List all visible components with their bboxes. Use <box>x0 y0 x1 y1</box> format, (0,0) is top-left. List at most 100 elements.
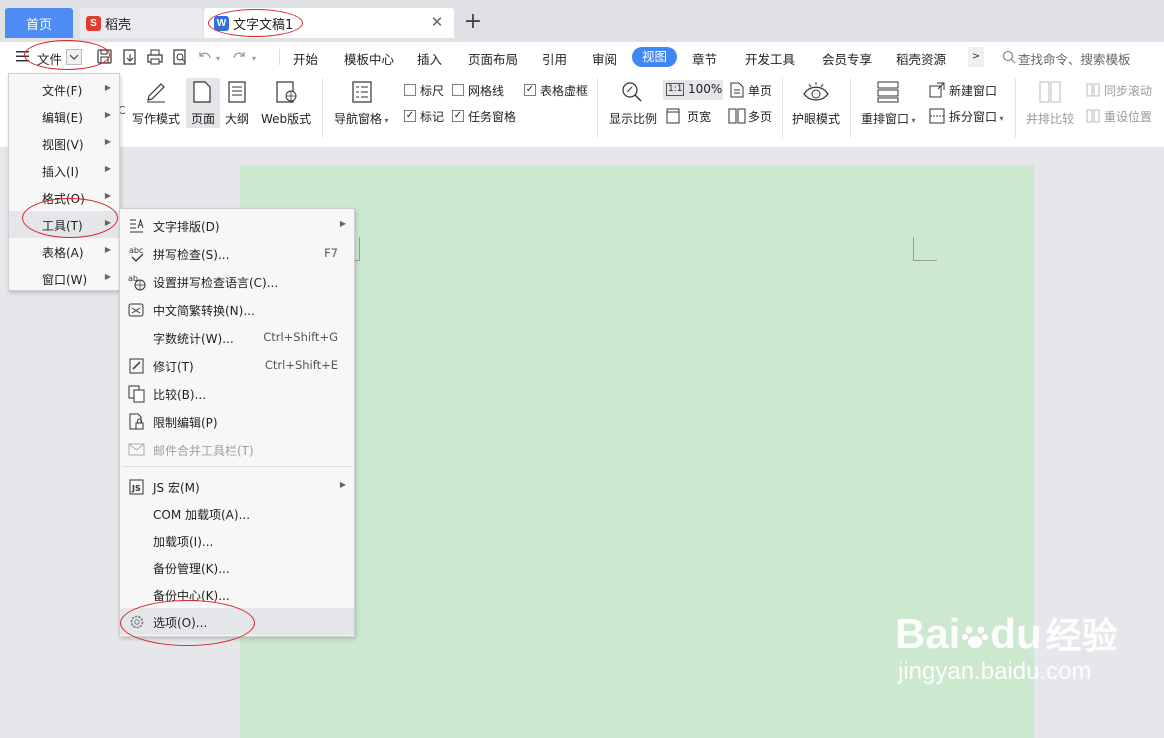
menu-item-tools[interactable]: 工具(T) ▶ <box>9 211 119 238</box>
hamburger-icon[interactable] <box>16 50 31 63</box>
menu-item-restrict-edit[interactable]: 限制编辑(P) <box>120 408 354 435</box>
tab-home[interactable]: 首页 <box>5 8 73 38</box>
split-window-label: 拆分窗口 <box>949 110 998 124</box>
multi-page-button[interactable]: 多页 <box>748 108 772 125</box>
divider <box>322 78 323 138</box>
nav-pane-button[interactable]: 导航窗格 ▾ <box>334 110 389 127</box>
spell-language-icon: ab <box>128 273 146 291</box>
tools-submenu: 文字排版(D) ▶ abc 拼写检查(S)... F7 ab 设置拼写检查语言(… <box>119 208 355 637</box>
tab-member[interactable]: 会员专享 <box>822 49 872 68</box>
tab-review[interactable]: 审阅 <box>592 49 617 68</box>
export-pdf-icon[interactable] <box>121 48 139 66</box>
tab-bar: 首页 S 稻壳 W 文字文稿1 ✕ + <box>0 0 1164 42</box>
menu-item-label: 比较(B)... <box>153 388 207 402</box>
menu-separator <box>122 466 352 467</box>
split-window-button[interactable]: 拆分窗口 ▾ <box>949 108 1004 125</box>
undo-icon[interactable] <box>196 48 214 66</box>
menu-item-js-macro[interactable]: JS JS 宏(M) ▶ <box>120 473 354 500</box>
mail-merge-icon <box>128 441 146 459</box>
submenu-arrow-icon: ▶ <box>104 164 111 173</box>
svg-text:JS: JS <box>131 484 141 493</box>
single-page-button[interactable]: 单页 <box>748 82 772 99</box>
menu-item-chinese-convert[interactable]: 中文简繁转换(N)... <box>120 296 354 323</box>
menu-item-text-layout[interactable]: 文字排版(D) ▶ <box>120 212 354 239</box>
watermark-brand2: du <box>990 610 1042 657</box>
web-layout-button[interactable]: Web版式 <box>261 110 311 127</box>
tab-view[interactable]: 视图 <box>632 47 677 67</box>
menu-item-label: 邮件合并工具栏(T) <box>153 444 254 458</box>
print-icon[interactable] <box>146 48 164 66</box>
print-preview-icon[interactable] <box>171 48 189 66</box>
add-tab-icon[interactable]: + <box>462 10 484 34</box>
gridlines-checkbox[interactable] <box>452 84 464 96</box>
tab-developer[interactable]: 开发工具 <box>745 49 795 68</box>
zoom-button[interactable]: 显示比例 <box>609 110 657 127</box>
sync-scroll-button[interactable]: 同步滚动 <box>1104 82 1152 99</box>
menu-item-spell-check[interactable]: abc 拼写检查(S)... F7 <box>120 240 354 267</box>
menu-item-shortcut: Ctrl+Shift+E <box>264 358 338 372</box>
menu-item-window[interactable]: 窗口(W) ▶ <box>9 265 119 292</box>
menu-item-word-count[interactable]: 字数统计(W)... Ctrl+Shift+G <box>120 324 354 351</box>
new-window-button[interactable]: 新建窗口 <box>949 82 997 99</box>
tab-home-label: 首页 <box>25 17 52 33</box>
menu-item-view[interactable]: 视图(V) ▶ <box>9 130 119 157</box>
side-by-side-button[interactable]: 并排比较 <box>1026 110 1074 127</box>
outline-icon <box>227 80 247 104</box>
page-width-button[interactable]: 页宽 <box>687 108 711 125</box>
chevron-right-icon[interactable]: > <box>968 47 984 67</box>
menu-item-compare[interactable]: 比较(B)... <box>120 380 354 407</box>
menu-item-addins[interactable]: 加载项(I)... <box>120 527 354 554</box>
menu-item-table[interactable]: 表格(A) ▶ <box>9 238 119 265</box>
chevron-down-icon[interactable] <box>66 49 82 65</box>
menu-item-com-addins[interactable]: COM 加载项(A)... <box>120 500 354 527</box>
search-input[interactable]: 查找命令、搜索模板 <box>1018 49 1131 68</box>
marks-label: 标记 <box>420 110 445 124</box>
menu-item-backup-center[interactable]: 备份中心(K)... <box>120 581 354 608</box>
menu-item-options[interactable]: 选项(O)... <box>120 608 354 635</box>
save-icon[interactable] <box>96 48 114 66</box>
outline-button[interactable]: 大纲 <box>225 110 249 127</box>
tab-template-center[interactable]: 模板中心 <box>344 49 394 68</box>
redo-icon[interactable] <box>230 48 248 66</box>
menu-item-backup-manage[interactable]: 备份管理(K)... <box>120 554 354 581</box>
menu-item-label: 编辑(E) <box>42 111 83 125</box>
file-menu-button[interactable]: 文件 <box>37 49 62 68</box>
menu-item-insert[interactable]: 插入(I) ▶ <box>9 157 119 184</box>
watermark-url: jingyan.baidu.com <box>898 658 1092 685</box>
eye-mode-button[interactable]: 护眼模式 <box>792 110 840 127</box>
marks-checkbox[interactable]: ✓ <box>404 110 416 122</box>
reset-position-button[interactable]: 重设位置 <box>1104 108 1152 125</box>
tab-start[interactable]: 开始 <box>293 49 318 68</box>
dropdown-icon: ▾ <box>997 114 1004 123</box>
tab-insert[interactable]: 插入 <box>417 49 442 68</box>
tab-chapter[interactable]: 章节 <box>692 49 717 68</box>
submenu-arrow-icon: ▶ <box>104 245 111 254</box>
undo-dropdown-icon[interactable]: ▾ <box>216 54 220 63</box>
tab-document[interactable]: W 文字文稿1 ✕ <box>204 8 454 38</box>
tab-page-layout[interactable]: 页面布局 <box>468 49 518 68</box>
menu-item-spell-language[interactable]: ab 设置拼写检查语言(C)... <box>120 268 354 295</box>
task-pane-checkbox[interactable]: ✓ <box>452 110 464 122</box>
restrict-edit-icon <box>128 413 146 431</box>
menu-item-file[interactable]: 文件(F) ▶ <box>9 76 119 103</box>
zoom-100-icon: 1:1 <box>666 83 685 96</box>
menu-item-label: 工具(T) <box>42 219 83 233</box>
tab-daoke[interactable]: S 稻壳 <box>80 8 203 38</box>
menu-item-format[interactable]: 格式(O) ▶ <box>9 184 119 211</box>
menu-item-track-changes[interactable]: 修订(T) Ctrl+Shift+E <box>120 352 354 379</box>
ruler-checkbox[interactable] <box>404 84 416 96</box>
tab-references[interactable]: 引用 <box>542 49 567 68</box>
table-gridlines-checkbox[interactable]: ✓ <box>524 84 536 96</box>
multi-page-icon <box>728 108 746 124</box>
redo-dropdown-icon[interactable]: ▾ <box>252 54 256 63</box>
tab-daoke-resources[interactable]: 稻壳资源 <box>896 49 946 68</box>
write-mode-button[interactable]: 写作模式 <box>132 110 180 127</box>
menu-item-edit[interactable]: 编辑(E) ▶ <box>9 103 119 130</box>
close-icon[interactable]: ✕ <box>430 15 444 30</box>
menu-item-label: JS 宏(M) <box>153 481 200 495</box>
menu-item-mail-merge[interactable]: 邮件合并工具栏(T) <box>120 436 354 463</box>
rearrange-window-button[interactable]: 重排窗口 ▾ <box>861 110 916 127</box>
menu-item-shortcut: Ctrl+Shift+G <box>263 330 338 344</box>
text-layout-icon <box>128 217 146 235</box>
zoom-icon <box>620 80 644 104</box>
